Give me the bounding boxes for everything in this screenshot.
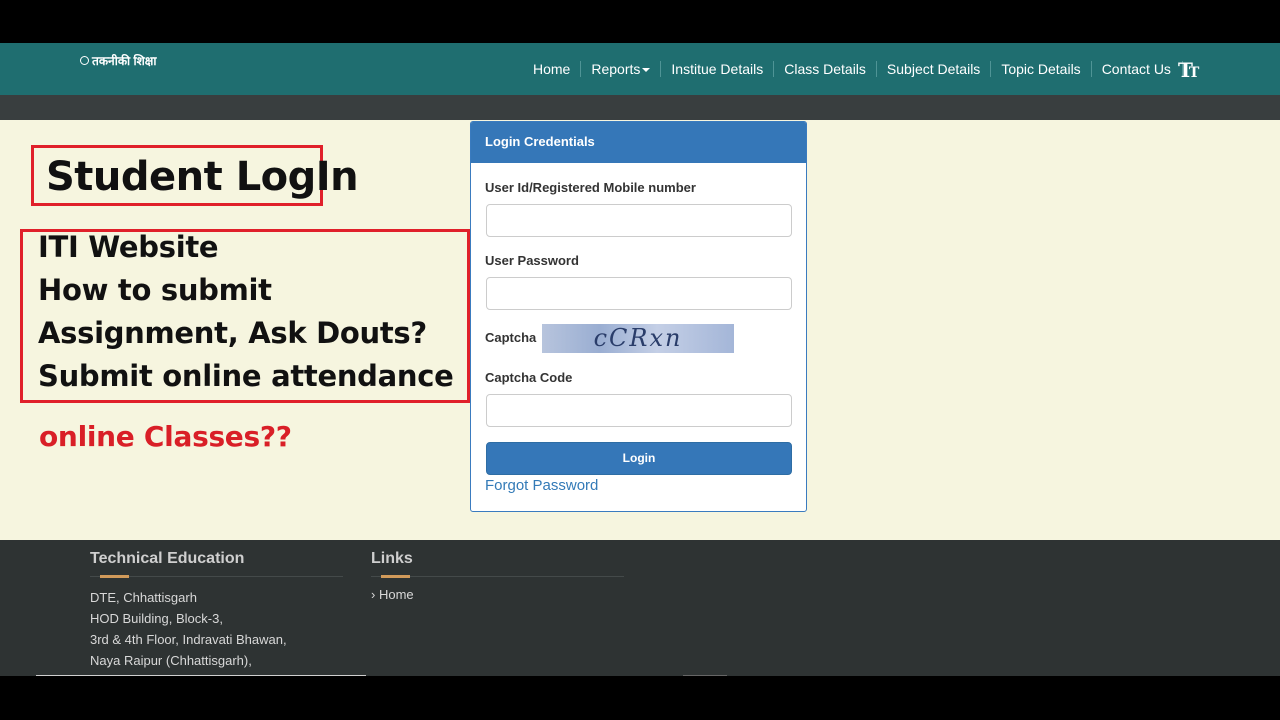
login-button[interactable]: Login — [486, 442, 792, 475]
overlay-title: Student LogIn — [46, 154, 359, 200]
overlay-line: How to submit — [38, 273, 272, 307]
overlay-line: Assignment, Ask Douts? — [38, 316, 427, 350]
address-line: Naya Raipur (Chhattisgarh), — [90, 653, 252, 668]
nav-item-reports-label: Reports — [591, 61, 641, 77]
login-panel-title: Login Credentials — [471, 122, 806, 163]
footer-accent — [381, 575, 410, 578]
user-id-input[interactable] — [486, 204, 792, 237]
footer: Technical Education DTE, Chhattisgarh HO… — [0, 540, 1280, 676]
site-logo[interactable]: तकनीकी शिक्षा — [80, 52, 156, 69]
address-line: HOD Building, Block-3, — [90, 611, 223, 626]
overlay-note: online Classes?? — [39, 420, 292, 453]
video-letterbox-bottom — [0, 676, 1280, 720]
nav-item-subject-details[interactable]: Subject Details — [877, 61, 992, 77]
footer-link-home[interactable]: › Home — [371, 587, 624, 602]
nav-item-reports[interactable]: Reports — [581, 61, 662, 77]
address-line: 3rd & 4th Floor, Indravati Bhawan, — [90, 632, 287, 647]
main-content: Student LogIn ITI Website How to submit … — [0, 120, 1280, 540]
nav-item-topic-details[interactable]: Topic Details — [991, 61, 1092, 77]
footer-divider — [371, 575, 624, 578]
footer-column-technical-education: Technical Education DTE, Chhattisgarh HO… — [90, 550, 343, 671]
sub-header-bar — [0, 95, 1280, 120]
nav-item-institue-details[interactable]: Institue Details — [661, 61, 775, 77]
password-input[interactable] — [486, 277, 792, 310]
address-line: DTE, Chhattisgarh — [90, 590, 197, 605]
footer-column-links: Links › Home — [371, 550, 624, 602]
emblem-icon — [80, 56, 89, 65]
footer-divider — [90, 575, 343, 578]
footer-heading: Technical Education — [90, 550, 245, 567]
forgot-password-link[interactable]: Forgot Password — [485, 477, 598, 494]
nav-item-contact-us[interactable]: Contact Us — [1092, 61, 1183, 77]
footer-heading: Links — [371, 550, 413, 567]
nav-item-home[interactable]: Home — [523, 61, 582, 77]
description-highlight-box: ITI Website How to submit Assignment, As… — [20, 229, 470, 403]
font-size-icon[interactable]: TT — [1178, 58, 1200, 82]
caret-down-icon — [642, 68, 651, 73]
user-id-label: User Id/Registered Mobile number — [485, 180, 696, 195]
captcha-code-label: Captcha Code — [485, 370, 573, 385]
captcha-image: cCRxn — [542, 324, 734, 353]
logo-text: तकनीकी शिक्षा — [92, 54, 157, 68]
footer-link-label: Home — [378, 587, 414, 602]
footer-address: DTE, Chhattisgarh HOD Building, Block-3,… — [90, 587, 343, 671]
password-label: User Password — [485, 253, 579, 268]
overlay-line: ITI Website — [38, 230, 219, 264]
captcha-code-input[interactable] — [486, 394, 792, 427]
nav-item-class-details[interactable]: Class Details — [774, 61, 877, 77]
captcha-label: Captcha — [485, 330, 537, 345]
chevron-right-icon: › — [371, 587, 376, 602]
title-highlight-box: Student LogIn — [31, 145, 359, 206]
login-panel: Login Credentials User Id/Registered Mob… — [470, 121, 807, 512]
navbar: तकनीकी शिक्षा Home Reports Institue Deta… — [0, 43, 1280, 95]
main-nav: Home Reports Institue Details Class Deta… — [523, 43, 1183, 95]
overlay-line: Submit online attendance — [38, 359, 454, 393]
video-letterbox-top — [0, 0, 1280, 43]
footer-accent — [100, 575, 129, 578]
